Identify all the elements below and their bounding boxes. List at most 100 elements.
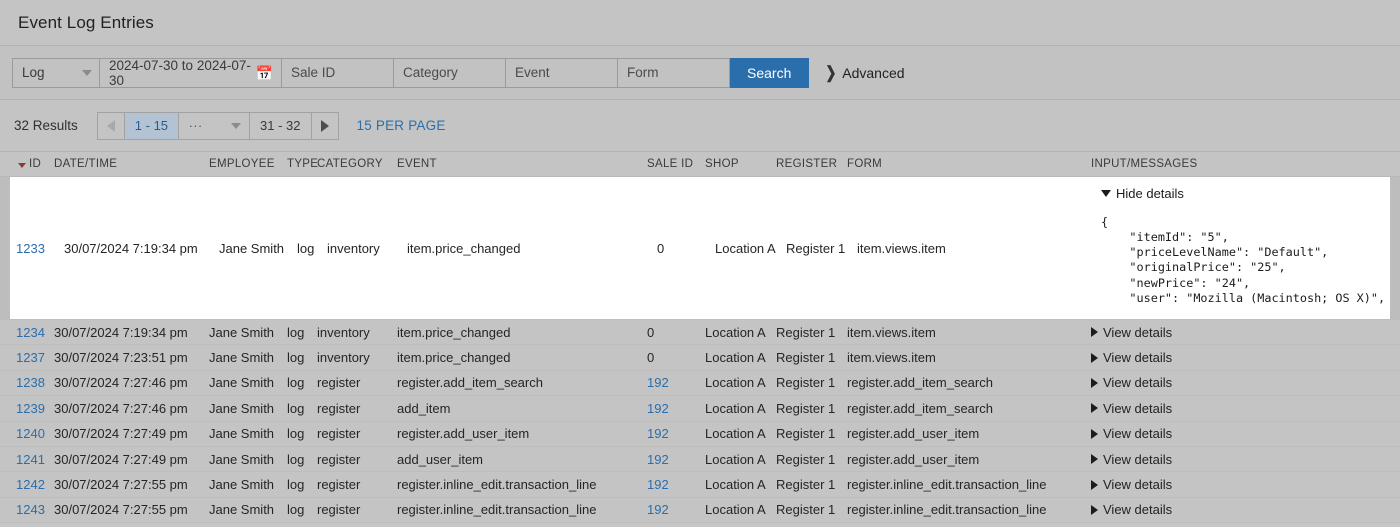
per-page-selector[interactable]: 15 PER PAGE [357, 118, 446, 133]
row-id-link[interactable]: 1237 [16, 350, 45, 365]
cell-id[interactable]: 1242 [0, 477, 54, 492]
cell-sale-id[interactable]: 192 [647, 477, 705, 492]
view-details-label: View details [1103, 400, 1173, 416]
cell-category: register [317, 375, 361, 391]
cell-datetime: 30/07/2024 7:27:46 pm [54, 400, 188, 416]
view-details-label: View details [1103, 426, 1173, 442]
cell-input-messages: View details [1091, 325, 1400, 340]
pagination-toolbar: 32 Results 1 - 15 ... 31 - 32 15 PER PAG… [0, 100, 1400, 152]
hide-details-toggle[interactable]: Hide details [1101, 186, 1390, 201]
triangle-right-icon [1091, 479, 1098, 490]
cell-sale-id[interactable]: 192 [647, 452, 705, 467]
page-range-dropdown[interactable]: ... [178, 111, 251, 140]
prev-page-button[interactable] [96, 111, 125, 140]
triangle-right-icon [1091, 403, 1098, 414]
cell-id[interactable]: 1240 [0, 426, 54, 441]
page-range-last[interactable]: 31 - 32 [249, 111, 312, 140]
row-id-link[interactable]: 1234 [16, 325, 45, 340]
form-placeholder: Form [627, 65, 659, 80]
table-row[interactable]: 1243 30/07/2024 7:27:55 pm Jane Smith log re… [0, 497, 1400, 524]
details-json: { "itemId": "5", "priceLevelName": "Defa… [1101, 214, 1386, 307]
ellipsis-label: ... [189, 115, 203, 130]
event-input[interactable]: Event [505, 57, 618, 88]
table-row[interactable]: 1238 30/07/2024 7:27:46 pm Jane Smith log re… [0, 370, 1400, 397]
column-header-register[interactable]: REGISTER [776, 158, 847, 170]
cell-register: Register 1 [776, 324, 836, 340]
advanced-toggle[interactable]: ❯ Advanced [825, 63, 904, 82]
cell-form: register.add_user_item [847, 451, 980, 467]
log-type-select[interactable]: Log [12, 57, 100, 88]
triangle-right-icon [1091, 504, 1098, 515]
cell-category: inventory [317, 324, 370, 340]
table-row[interactable]: 1242 30/07/2024 7:27:55 pm Jane Smith log re… [0, 472, 1400, 498]
cell-sale-id[interactable]: 192 [647, 401, 705, 416]
table-row[interactable]: 1239 30/07/2024 7:27:46 pm Jane Smith log re… [0, 396, 1400, 422]
row-id-link[interactable]: 1238 [16, 375, 45, 390]
column-header-shop[interactable]: SHOP [705, 158, 776, 170]
table-row-expanded[interactable]: 1233 30/07/2024 7:19:34 pm Jane Smith lo… [0, 177, 1400, 320]
page-titlebar: Event Log Entries [0, 0, 1400, 46]
search-button[interactable]: Search [729, 57, 810, 88]
row-id-link[interactable]: 1243 [16, 502, 45, 517]
cell-category: register [317, 502, 361, 518]
sale-id-input[interactable]: Sale ID [281, 57, 394, 88]
calendar-icon[interactable]: 📅 [256, 66, 273, 80]
table-row[interactable]: 1240 30/07/2024 7:27:49 pm Jane Smith log re… [0, 421, 1400, 447]
cell-datetime: 30/07/2024 7:19:34 pm [64, 241, 198, 256]
next-page-button[interactable] [310, 111, 339, 140]
cell-form: register.add_item_search [847, 375, 993, 391]
column-header-form[interactable]: FORM [847, 158, 1091, 170]
view-details-toggle[interactable]: View details [1091, 375, 1400, 390]
view-details-toggle[interactable]: View details [1091, 426, 1400, 441]
view-details-toggle[interactable]: View details [1091, 477, 1400, 492]
cell-id[interactable]: 1238 [0, 375, 54, 390]
row-id-link[interactable]: 1240 [16, 426, 45, 441]
column-header-category[interactable]: CATEGORY [317, 158, 397, 170]
cell-sale-id[interactable]: 192 [647, 426, 705, 441]
row-id-link[interactable]: 1241 [16, 452, 45, 467]
view-details-toggle[interactable]: View details [1091, 452, 1400, 467]
cell-shop: Location A [705, 502, 766, 518]
form-input[interactable]: Form [617, 57, 730, 88]
view-details-toggle[interactable]: View details [1091, 502, 1400, 517]
view-details-toggle[interactable]: View details [1091, 350, 1400, 365]
cell-id[interactable]: 1239 [0, 401, 54, 416]
cell-id[interactable]: 1234 [0, 325, 54, 340]
column-header-type[interactable]: TYPE [287, 158, 318, 170]
view-details-toggle[interactable]: View details [1091, 325, 1400, 340]
view-details-toggle[interactable]: View details [1091, 401, 1400, 416]
cell-sale-id[interactable]: 192 [647, 375, 705, 390]
column-header-employee[interactable]: EMPLOYEE [209, 158, 287, 170]
table-row[interactable]: 1241 30/07/2024 7:27:49 pm Jane Smith log re… [0, 446, 1400, 473]
column-header-sale-id[interactable]: SALE ID [647, 158, 705, 170]
cell-sale-id[interactable]: 192 [647, 502, 705, 517]
hide-details-label: Hide details [1116, 186, 1184, 201]
triangle-right-icon [1091, 377, 1098, 388]
table-row[interactable]: 1234 30/07/2024 7:19:34 pm Jane Smith log in… [0, 320, 1400, 346]
cell-type: log [287, 400, 305, 416]
cell-category: register [317, 400, 361, 416]
cell-id[interactable]: 1241 [0, 452, 54, 467]
results-count: 32 Results [14, 118, 78, 133]
cell-id[interactable]: 1237 [0, 350, 54, 365]
page-range-current[interactable]: 1 - 15 [123, 111, 180, 140]
cell-employee: Jane Smith [209, 426, 275, 442]
cell-form: item.views.item [847, 350, 936, 366]
cell-register: Register 1 [786, 241, 846, 256]
column-header-id[interactable]: ID [0, 158, 54, 170]
cell-shop: Location A [705, 451, 766, 467]
triangle-right-icon [1091, 454, 1098, 465]
cell-id[interactable]: 1243 [0, 502, 54, 517]
category-input[interactable]: Category [393, 57, 506, 88]
cell-id[interactable]: 1233 [10, 241, 64, 256]
row-id-link[interactable]: 1239 [16, 401, 45, 416]
column-header-input-messages: INPUT/MESSAGES [1091, 158, 1198, 170]
date-range-input[interactable]: 2024-07-30 to 2024-07-30 📅 [99, 57, 282, 88]
column-header-datetime[interactable]: DATE/TIME [54, 158, 209, 170]
view-details-label: View details [1103, 502, 1173, 518]
column-header-event[interactable]: EVENT [397, 158, 647, 170]
row-id-link[interactable]: 1242 [16, 477, 45, 492]
table-row[interactable]: 1237 30/07/2024 7:23:51 pm Jane Smith log in… [0, 345, 1400, 371]
cell-type: log [287, 426, 305, 442]
cell-register: Register 1 [776, 477, 836, 493]
